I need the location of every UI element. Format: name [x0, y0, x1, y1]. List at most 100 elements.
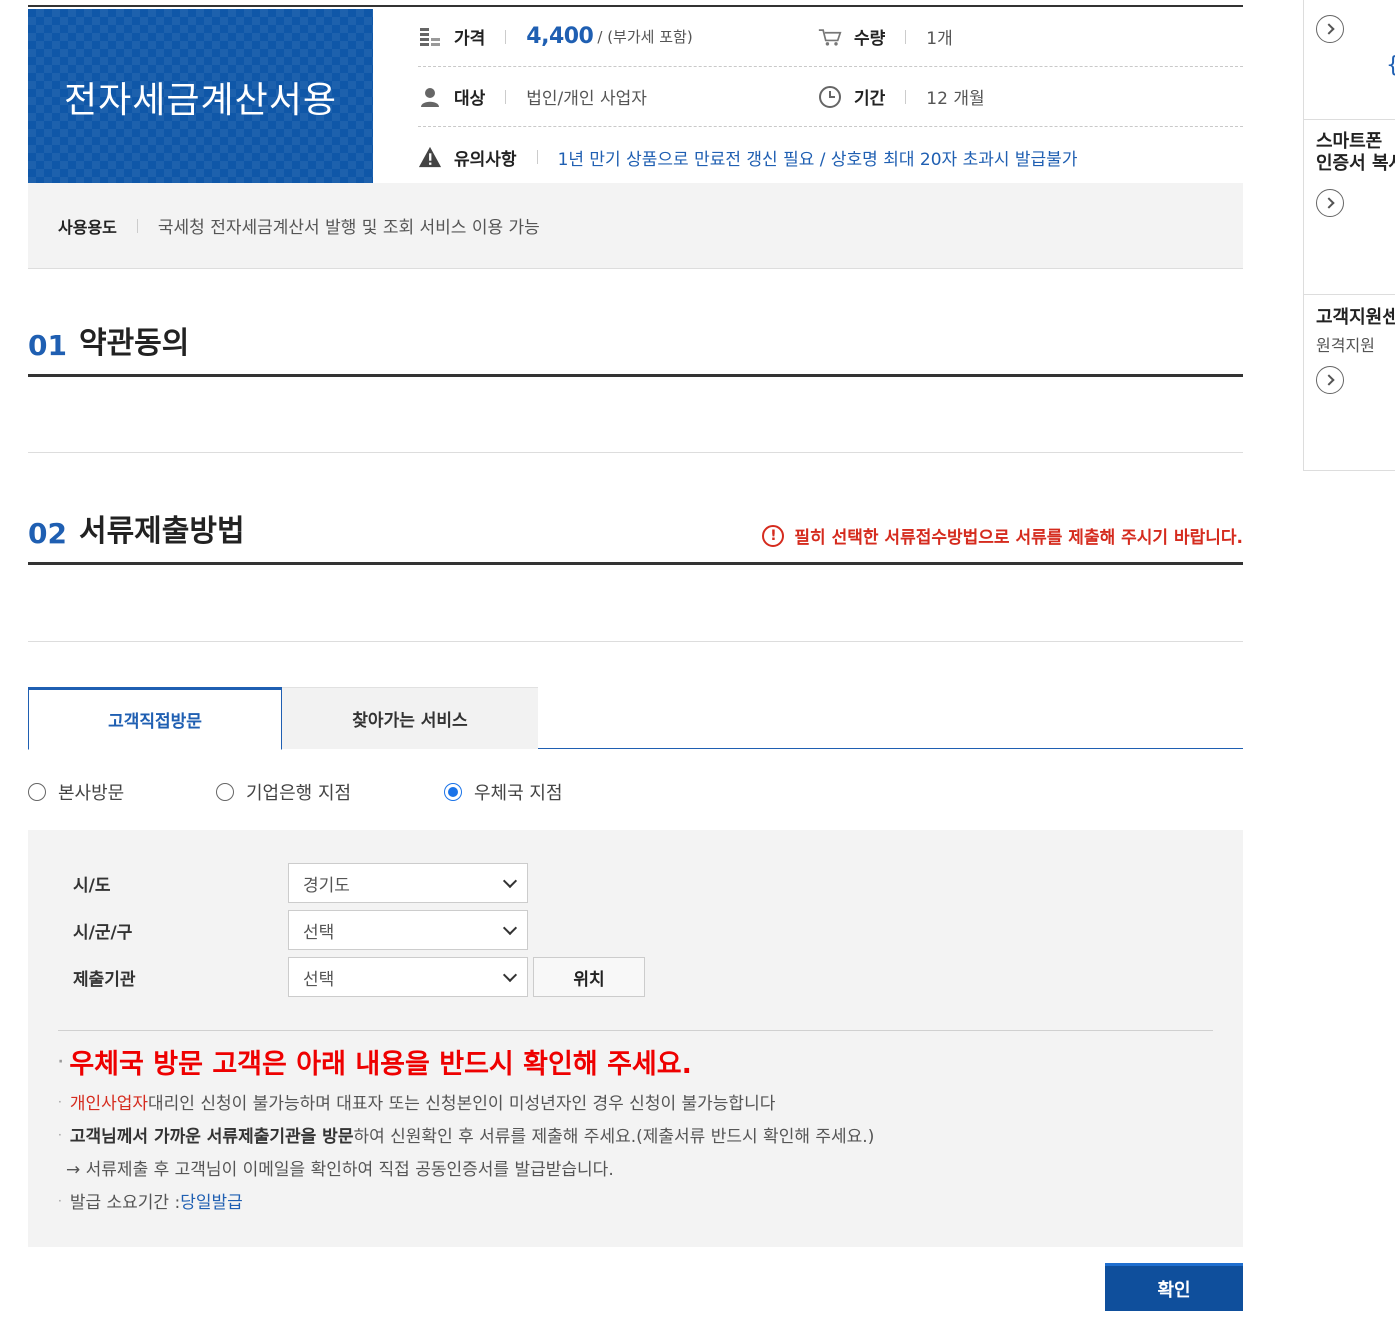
- bullet: ·: [58, 1053, 64, 1070]
- section-terms-heading: 01 약관동의: [28, 317, 1243, 377]
- list-item: → 서류제출 후 고객님이 이메일을 확인하여 직접 공동인증서를 발급받습니다…: [58, 1151, 1208, 1184]
- agency-select[interactable]: 선택: [288, 957, 528, 997]
- price-value: 4,400: [526, 24, 594, 49]
- agency-label: 제출기관: [73, 969, 136, 990]
- submission-warning-text: 필히 선택한 서류접수방법으로 서류를 제출해 주시기 바랍니다.: [794, 528, 1243, 548]
- sigungu-label: 시/군/구: [73, 922, 133, 943]
- divider: [536, 150, 538, 164]
- sido-select-value: 경기도: [303, 875, 350, 896]
- divider: [1304, 119, 1395, 120]
- divider: [136, 218, 138, 233]
- target-value: 법인/개인 사업자: [526, 89, 647, 109]
- price-note: / (부가세 포함): [597, 28, 693, 46]
- clock-icon: [818, 85, 842, 109]
- usage-value: 국세청 전자세금계산서 발행 및 조회 서비스 이용 가능: [157, 218, 540, 238]
- section-title: 서류제출방법: [78, 514, 245, 549]
- visit-location-radios: 본사방문 기업은행 지점 우체국 지점: [28, 775, 928, 809]
- bullet: ·: [58, 1094, 62, 1109]
- divider: [28, 641, 1243, 642]
- post-office-form: 시/도 경기도 시/군/구 선택 제출기관 선택 위치 · 우체국 방문 고객은…: [28, 830, 1243, 1247]
- product-banner-title: 전자세금계산서용: [64, 80, 337, 121]
- sidebar-item-support-center[interactable]: 고객지원센터: [1316, 307, 1395, 329]
- divider: [505, 29, 507, 44]
- divider: [905, 29, 907, 44]
- note-text: 하여 신원확인 후 서류를 제출해 주세요.(제출서류 반드시 확인해 주세요.…: [353, 1127, 875, 1147]
- chevron-down-icon: [502, 967, 518, 982]
- period-cell: 기간 12 개월: [818, 67, 985, 127]
- sido-select[interactable]: 경기도: [288, 863, 528, 903]
- tab-visiting-service[interactable]: 찾아가는 서비스: [282, 687, 538, 749]
- sigungu-select-value: 선택: [303, 922, 335, 943]
- tab-direct-visit[interactable]: 고객직접방문: [28, 687, 282, 750]
- note-text: 발급 소요기간 :: [69, 1193, 181, 1213]
- sidebar-item-smartphone-copy[interactable]: 스마트폰 인증서 복사: [1316, 131, 1395, 175]
- section-number: 01: [28, 329, 67, 362]
- note-highlight: 개인사업자: [69, 1094, 149, 1114]
- chevron-down-icon: [502, 873, 518, 888]
- circle-arrow-right-icon[interactable]: [1316, 366, 1344, 394]
- section-number: 02: [28, 517, 67, 550]
- radio-post-office[interactable]: 우체국 지점: [444, 775, 563, 809]
- circle-arrow-right-icon[interactable]: [1316, 189, 1344, 217]
- radio-label: 본사방문: [58, 783, 125, 804]
- sidebar-item-title: 스마트폰: [1316, 131, 1383, 152]
- divider: [58, 1030, 1213, 1031]
- usage-bar: 사용용도 국세청 전자세금계산서 발행 및 조회 서비스 이용 가능: [28, 183, 1243, 269]
- form-row-agency: 제출기관 선택 위치: [73, 957, 645, 997]
- notice-value: 1년 만기 상품으로 만료전 갱신 필요 / 상호명 최대 20자 초과시 발급…: [557, 149, 1078, 170]
- coin-stack-icon: [418, 25, 442, 49]
- submission-warning: ! 필히 선택한 서류접수방법으로 서류를 제출해 주시기 바랍니다.: [762, 523, 1243, 548]
- person-icon: [418, 85, 442, 109]
- section-submission-heading: 02 서류제출방법 ! 필히 선택한 서류접수방법으로 서류를 제출해 주시기 …: [28, 505, 1243, 565]
- info-row-target-period: 대상 법인/개인 사업자 기간 12 개월: [418, 67, 1243, 127]
- notice-cell: 유의사항 1년 만기 상품으로 만료전 갱신 필요 / 상호명 최대 20자 초…: [418, 127, 1077, 187]
- cart-icon: [818, 25, 842, 49]
- bullet: ·: [58, 1193, 62, 1208]
- note-text: 대리인 신청이 불가능하며 대표자 또는 신청본인이 미성년자인 경우 신청이 …: [148, 1094, 776, 1114]
- chevron-down-icon: [502, 920, 518, 935]
- info-row-price-qty: 가격 4,400 / (부가세 포함) 수량 1개: [418, 7, 1243, 67]
- confirm-button[interactable]: 확인: [1105, 1263, 1243, 1311]
- circle-arrow-right-icon[interactable]: [1316, 15, 1344, 43]
- info-row-notice: 유의사항 1년 만기 상품으로 만료전 갱신 필요 / 상호명 최대 20자 초…: [418, 127, 1243, 187]
- brace-icon: {: [1386, 53, 1395, 78]
- radio-button[interactable]: [216, 783, 234, 801]
- sidebar-item-subtitle: 원격지원: [1316, 336, 1375, 355]
- divider: [905, 89, 907, 104]
- radio-label: 기업은행 지점: [246, 783, 352, 804]
- location-button[interactable]: 위치: [533, 957, 645, 997]
- form-row-sigungu: 시/군/구 선택: [73, 910, 528, 950]
- qty-value: 1개: [926, 29, 953, 49]
- radio-button[interactable]: [28, 783, 46, 801]
- usage-label: 사용용도: [58, 217, 117, 237]
- qty-cell: 수량 1개: [818, 7, 953, 67]
- note-text: → 서류제출 후 고객님이 이메일을 확인하여 직접 공동인증서를 발급받습니다…: [66, 1160, 614, 1180]
- post-office-notice-headline-text: 우체국 방문 고객은 아래 내용을 반드시 확인해 주세요.: [69, 1049, 692, 1080]
- section-title: 약관동의: [78, 326, 190, 361]
- sidebar-item-title: 인증서 복사: [1316, 153, 1395, 174]
- post-office-notice-list: · 개인사업자 대리인 신청이 불가능하며 대표자 또는 신청본인이 미성년자인…: [58, 1085, 1208, 1217]
- period-value: 12 개월: [926, 89, 985, 109]
- price-label: 가격: [454, 29, 486, 49]
- radio-hq-visit[interactable]: 본사방문: [28, 775, 124, 809]
- price-cell: 가격 4,400 / (부가세 포함): [418, 7, 693, 67]
- radio-button-checked[interactable]: [444, 783, 462, 801]
- bullet: ·: [58, 1127, 62, 1142]
- period-label: 기간: [854, 89, 886, 109]
- agency-select-value: 선택: [303, 969, 335, 990]
- form-row-sido: 시/도 경기도: [73, 863, 528, 903]
- product-banner: 전자세금계산서용: [28, 9, 373, 185]
- target-cell: 대상 법인/개인 사업자: [418, 67, 647, 127]
- list-item: · 발급 소요기간 : 당일발급: [58, 1184, 1208, 1217]
- note-highlight: 당일발급: [180, 1193, 243, 1213]
- warning-triangle-icon: [418, 145, 442, 169]
- radio-ibk-branch[interactable]: 기업은행 지점: [216, 775, 351, 809]
- sigungu-select[interactable]: 선택: [288, 910, 528, 950]
- radio-label: 우체국 지점: [474, 783, 563, 804]
- divider: [28, 452, 1243, 453]
- divider: [1304, 294, 1395, 295]
- post-office-notice-headline: · 우체국 방문 고객은 아래 내용을 반드시 확인해 주세요.: [58, 1042, 692, 1081]
- sido-label: 시/도: [73, 875, 111, 896]
- divider: [505, 89, 507, 104]
- product-summary: 전자세금계산서용 가격 4,400 / (부가세 포함) 수량 1개 대상 법인…: [28, 5, 1243, 185]
